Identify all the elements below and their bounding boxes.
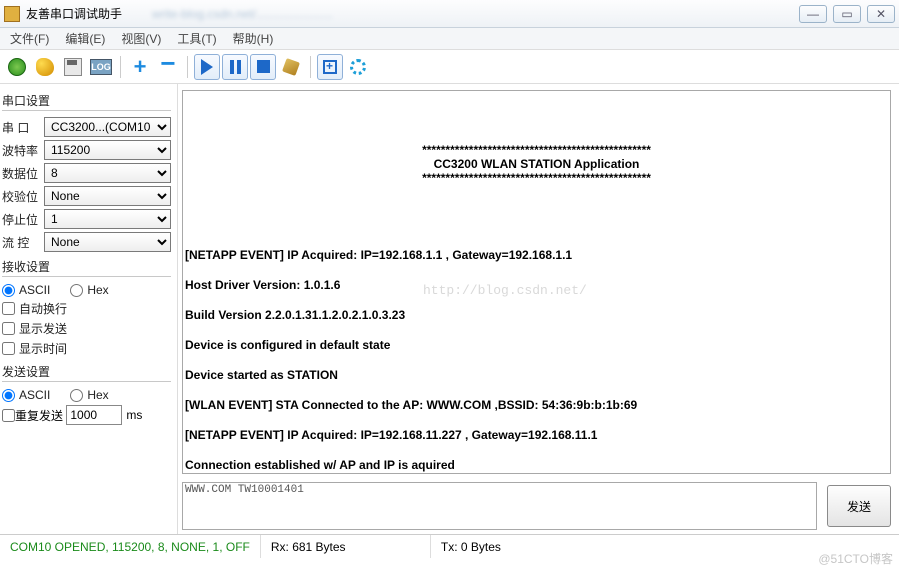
hdr-stars1: ****************************************…	[422, 143, 651, 157]
recv-hex-radio[interactable]	[70, 284, 83, 297]
status-tx: Tx: 0 Bytes	[431, 535, 601, 558]
select-port[interactable]: CC3200...(COM10	[44, 117, 171, 137]
menu-edit[interactable]: 编辑(E)	[57, 30, 113, 47]
log-line: Build Version 2.2.0.1.31.1.2.0.2.1.0.3.2…	[185, 308, 888, 322]
status-connection: COM10 OPENED, 115200, 8, NONE, 1, OFF	[0, 535, 261, 558]
stop-button[interactable]	[250, 54, 276, 80]
title-bar: 友善串口调试助手 write-blog.csdn.net/...........…	[0, 0, 899, 28]
log-icon: LOG	[90, 59, 112, 75]
add-button[interactable]: +	[127, 54, 153, 80]
menu-bar: 文件(F) 编辑(E) 视图(V) 工具(T) 帮助(H)	[0, 28, 899, 50]
expand-button[interactable]	[317, 54, 343, 80]
settings-button[interactable]	[345, 54, 371, 80]
group-port-settings: 串口设置	[2, 92, 171, 111]
select-flow[interactable]: None	[44, 232, 171, 252]
send-hex-label: Hex	[87, 388, 108, 402]
hdr-stars2: ****************************************…	[422, 171, 651, 185]
send-hex-radio[interactable]	[70, 389, 83, 402]
chk-show-send-label: 显示发送	[19, 320, 67, 337]
menu-tools[interactable]: 工具(T)	[169, 30, 224, 47]
toolbar: LOG + −	[0, 50, 899, 84]
play-button[interactable]	[194, 54, 220, 80]
connect-button[interactable]	[4, 54, 30, 80]
minus-icon: −	[160, 48, 175, 79]
broom-icon	[282, 58, 300, 76]
chk-show-send[interactable]	[2, 322, 15, 335]
gear-icon	[350, 59, 366, 75]
label-baud: 波特率	[2, 142, 44, 159]
expand-icon	[323, 60, 337, 74]
status-bar: COM10 OPENED, 115200, 8, NONE, 1, OFF Rx…	[0, 534, 899, 558]
recv-ascii-label: ASCII	[19, 283, 50, 297]
leaf-icon	[36, 58, 54, 76]
label-data: 数据位	[2, 165, 44, 182]
label-parity: 校验位	[2, 188, 44, 205]
app-icon	[4, 6, 20, 22]
log-line: [WLAN EVENT] STA Connected to the AP: WW…	[185, 398, 888, 412]
left-panel: 串口设置 串 口CC3200...(COM10 波特率115200 数据位8 校…	[0, 84, 178, 534]
right-panel: http://blog.csdn.net/ ******************…	[178, 84, 899, 534]
label-port: 串 口	[2, 119, 44, 136]
separator	[310, 56, 311, 78]
menu-view[interactable]: 视图(V)	[113, 30, 169, 47]
chk-show-time[interactable]	[2, 342, 15, 355]
globe-icon	[8, 58, 26, 76]
label-flow: 流 控	[2, 234, 44, 251]
chk-repeat-label: 重复发送	[15, 407, 63, 424]
label-stop: 停止位	[2, 211, 44, 228]
save-icon	[64, 58, 82, 76]
blurred-url: write-blog.csdn.net/....................…	[152, 7, 799, 21]
play-icon	[201, 59, 213, 75]
recv-ascii-radio[interactable]	[2, 284, 15, 297]
hdr-title: CC3200 WLAN STATION Application	[434, 157, 640, 171]
log-button[interactable]: LOG	[88, 54, 114, 80]
chk-repeat[interactable]	[2, 409, 15, 422]
menu-help[interactable]: 帮助(H)	[225, 30, 282, 47]
chk-wrap-label: 自动换行	[19, 300, 67, 317]
select-parity[interactable]: None	[44, 186, 171, 206]
repeat-unit: ms	[126, 408, 142, 422]
select-stop[interactable]: 1	[44, 209, 171, 229]
menu-file[interactable]: 文件(F)	[2, 30, 57, 47]
select-baud[interactable]: 115200	[44, 140, 171, 160]
send-ascii-label: ASCII	[19, 388, 50, 402]
send-textbox[interactable]: WWW.COM TW10001401	[182, 482, 817, 530]
refresh-button[interactable]	[32, 54, 58, 80]
chk-show-time-label: 显示时间	[19, 340, 67, 357]
stop-icon	[257, 60, 270, 73]
send-ascii-radio[interactable]	[2, 389, 15, 402]
repeat-interval[interactable]	[66, 405, 122, 425]
pause-icon	[230, 60, 241, 74]
log-line: [NETAPP EVENT] IP Acquired: IP=192.168.1…	[185, 248, 888, 262]
separator	[120, 56, 121, 78]
save-button[interactable]	[60, 54, 86, 80]
status-rx: Rx: 681 Bytes	[261, 535, 431, 558]
watermark: http://blog.csdn.net/	[423, 283, 587, 298]
console-output[interactable]: http://blog.csdn.net/ ******************…	[182, 90, 891, 474]
separator	[187, 56, 188, 78]
log-line: Device started as STATION	[185, 368, 888, 382]
log-line: [NETAPP EVENT] IP Acquired: IP=192.168.1…	[185, 428, 888, 442]
minimize-button[interactable]: —	[799, 5, 827, 23]
send-button[interactable]: 发送	[827, 485, 891, 527]
remove-button[interactable]: −	[155, 54, 181, 80]
log-line: Connection established w/ AP and IP is a…	[185, 458, 888, 472]
group-recv-settings: 接收设置	[2, 258, 171, 277]
credit-watermark: @51CTO博客	[818, 550, 893, 567]
maximize-button[interactable]: ▭	[833, 5, 861, 23]
recv-hex-label: Hex	[87, 283, 108, 297]
main-area: 串口设置 串 口CC3200...(COM10 波特率115200 数据位8 校…	[0, 84, 899, 534]
window-title: 友善串口调试助手	[26, 5, 122, 22]
log-line: Device is configured in default state	[185, 338, 888, 352]
chk-wrap[interactable]	[2, 302, 15, 315]
plus-icon: +	[134, 54, 147, 80]
close-button[interactable]: ✕	[867, 5, 895, 23]
clear-button[interactable]	[278, 54, 304, 80]
group-send-settings: 发送设置	[2, 363, 171, 382]
send-area: WWW.COM TW10001401 发送	[182, 478, 891, 534]
select-data[interactable]: 8	[44, 163, 171, 183]
pause-button[interactable]	[222, 54, 248, 80]
